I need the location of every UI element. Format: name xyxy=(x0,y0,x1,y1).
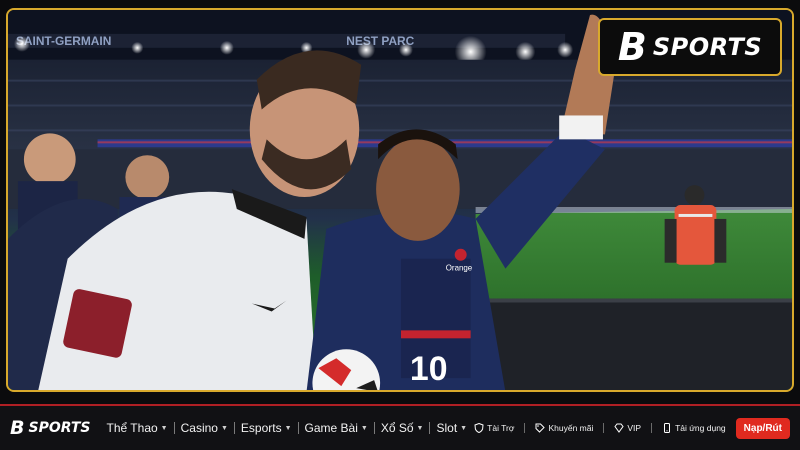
caret-down-icon: ▼ xyxy=(220,424,228,432)
nav-item-the-thao[interactable]: Thể Thao ▼ xyxy=(101,421,174,435)
util-vip-link[interactable]: VIP xyxy=(614,423,641,433)
util-label: Tài Trợ xyxy=(487,423,515,433)
util-download-app-link[interactable]: Tải ứng dụng xyxy=(662,423,726,433)
nav-item-label: Esports xyxy=(240,421,282,435)
tag-icon xyxy=(535,423,546,433)
nav-item-label: Thể Thao xyxy=(106,421,158,435)
diamond-icon xyxy=(614,423,624,433)
util-divider xyxy=(603,423,605,433)
shield-icon xyxy=(474,423,484,433)
nav-logo[interactable]: B SPORTS xyxy=(10,417,91,439)
brand-watermark-badge: B SPORTS xyxy=(598,18,782,76)
nav-utilities: Tài Trợ Khuyến mãi VIP Tải ứng dụng Nạp/… xyxy=(474,417,790,439)
jersey-sponsor: Orange xyxy=(446,264,473,273)
nav-item-xo-so[interactable]: Xổ Số ▼ xyxy=(375,421,430,435)
nav-item-label: Game Bài xyxy=(304,421,358,435)
nav-item-label: Xổ Số xyxy=(380,421,414,435)
nav-item-casino[interactable]: Casino ▼ xyxy=(175,421,234,435)
util-label: Khuyến mãi xyxy=(548,423,594,433)
util-divider xyxy=(524,423,526,433)
nav-item-label: Casino xyxy=(180,421,218,435)
deposit-withdraw-button[interactable]: Nạp/Rút xyxy=(735,417,790,439)
phone-icon xyxy=(664,423,671,433)
nav-menu: Thể Thao ▼ Casino ▼ Esports ▼ Game Bài ▼ Xổ … xyxy=(101,421,474,435)
util-divider xyxy=(651,423,653,433)
stadium-banner-text: SAINT-GERMAIN xyxy=(16,34,111,48)
nav-item-game-bai[interactable]: Game Bài ▼ xyxy=(299,421,374,435)
util-promotions-link[interactable]: Khuyến mãi xyxy=(535,423,593,433)
nav-logo-mark: B xyxy=(10,417,25,439)
nav-item-label: Slot xyxy=(436,421,458,435)
caret-down-icon: ▼ xyxy=(160,424,168,432)
nav-item-slot[interactable]: Slot ▼ xyxy=(430,421,473,435)
nav-item-esports[interactable]: Esports ▼ xyxy=(235,421,298,435)
hero-image-frame: SAINT-GERMAIN NEST PARC 10 Orange B SPOR… xyxy=(6,8,794,392)
util-sponsor-link[interactable]: Tài Trợ xyxy=(474,423,514,433)
caret-down-icon: ▼ xyxy=(416,424,424,432)
util-label: VIP xyxy=(627,423,642,433)
util-label: Tải ứng dụng xyxy=(675,423,726,433)
bottom-navbar: B SPORTS Thể Thao ▼ Casino ▼ Esports ▼ Game… xyxy=(0,404,800,450)
caret-down-icon: ▼ xyxy=(284,424,292,432)
caret-down-icon: ▼ xyxy=(360,424,368,432)
brand-logo-mark: B xyxy=(617,25,647,69)
caret-down-icon: ▼ xyxy=(460,424,468,432)
nav-logo-text: SPORTS xyxy=(28,420,91,436)
jersey-number: 10 xyxy=(410,350,448,388)
brand-logo-text: SPORTS xyxy=(652,33,763,61)
